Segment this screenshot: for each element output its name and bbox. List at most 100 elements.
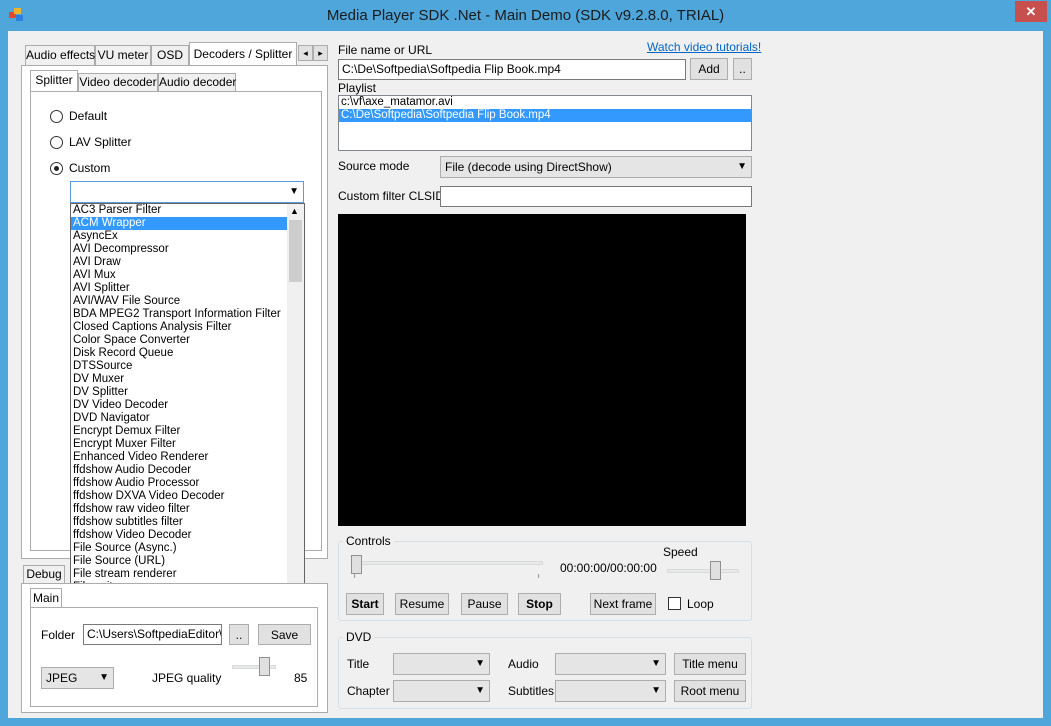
filter-list-item[interactable]: AVI Draw xyxy=(71,256,304,269)
filter-list-item[interactable]: File stream renderer xyxy=(71,568,304,581)
source-mode-value: File (decode using DirectShow) xyxy=(445,160,612,174)
dvd-audio-combo[interactable]: ▼ xyxy=(555,653,666,675)
filter-list-item[interactable]: DVD Navigator xyxy=(71,412,304,425)
title-menu-button[interactable]: Title menu xyxy=(674,653,746,675)
filter-list-item[interactable]: Encrypt Demux Filter xyxy=(71,425,304,438)
dvd-chapter-combo[interactable]: ▼ xyxy=(393,680,490,702)
dropdown-scrollbar[interactable]: ▲ ▼ xyxy=(287,204,304,595)
playlist-item[interactable]: c:\vf\axe_matamor.avi xyxy=(339,96,751,109)
filter-list-item[interactable]: DV Video Decoder xyxy=(71,399,304,412)
radio-custom[interactable] xyxy=(50,162,63,175)
speed-label: Speed xyxy=(663,545,698,559)
window-title: Media Player SDK .Net - Main Demo (SDK v… xyxy=(326,7,725,24)
custom-filter-clsid-label: Custom filter CLSID xyxy=(338,189,445,203)
filter-list-item[interactable]: DV Muxer xyxy=(71,373,304,386)
filter-list-item[interactable]: BDA MPEG2 Transport Information Filter xyxy=(71,308,304,321)
stop-button[interactable]: Stop xyxy=(518,593,561,615)
app-window: Media Player SDK .Net - Main Demo (SDK v… xyxy=(0,0,1051,726)
filter-list-item[interactable]: ffdshow DXVA Video Decoder xyxy=(71,490,304,503)
tab-vu-meter[interactable]: VU meter xyxy=(95,45,151,66)
filter-list-item[interactable]: ffdshow Video Decoder xyxy=(71,529,304,542)
folder-input[interactable]: C:\Users\SoftpediaEditor\Do xyxy=(83,624,222,645)
position-tick-end xyxy=(538,574,539,578)
filter-list-item[interactable]: ffdshow Audio Processor xyxy=(71,477,304,490)
root-menu-button[interactable]: Root menu xyxy=(674,680,746,702)
resume-button[interactable]: Resume xyxy=(395,593,449,615)
save-button[interactable]: Save xyxy=(258,624,311,645)
dvd-subtitles-combo[interactable]: ▼ xyxy=(555,680,666,702)
snapshot-format-value: JPEG xyxy=(46,671,78,685)
file-browse-button[interactable]: .. xyxy=(733,58,752,80)
chevron-down-icon: ▼ xyxy=(651,685,661,696)
title-bar: Media Player SDK .Net - Main Demo (SDK v… xyxy=(0,0,1051,31)
time-display: 00:00:00/00:00:00 xyxy=(560,561,657,575)
filter-dropdown-list[interactable]: AC3 Parser Filter ACM Wrapper AsyncEx AVI D… xyxy=(70,203,305,596)
filter-list-item[interactable]: AVI Splitter xyxy=(71,282,304,295)
add-button[interactable]: Add xyxy=(690,58,728,80)
filter-list-item[interactable]: Encrypt Muxer Filter xyxy=(71,438,304,451)
tab-audio-effects[interactable]: Audio effects xyxy=(25,45,95,66)
folder-label: Folder xyxy=(41,628,76,642)
custom-splitter-combo[interactable]: ▼ xyxy=(70,181,304,203)
tab-splitter[interactable]: Splitter xyxy=(30,70,78,92)
filter-list-item[interactable]: ffdshow raw video filter xyxy=(71,503,304,516)
position-tick-start xyxy=(354,574,355,578)
scroll-up-icon[interactable]: ▲ xyxy=(290,206,299,216)
tab-main[interactable]: Main xyxy=(30,588,62,608)
filter-list-item[interactable]: ffdshow subtitles filter xyxy=(71,516,304,529)
radio-default[interactable] xyxy=(50,110,63,123)
next-frame-button[interactable]: Next frame xyxy=(590,593,656,615)
pause-button[interactable]: Pause xyxy=(461,593,508,615)
speed-track[interactable] xyxy=(667,569,739,573)
filter-items: AC3 Parser Filter ACM Wrapper AsyncEx AVI D… xyxy=(71,204,304,594)
filter-list-item[interactable]: DV Splitter xyxy=(71,386,304,399)
loop-label: Loop xyxy=(687,597,714,611)
tabs-scroll-left-button[interactable]: ◂ xyxy=(298,45,313,61)
custom-filter-clsid-input[interactable] xyxy=(440,186,752,207)
speed-thumb[interactable] xyxy=(709,561,721,580)
radio-default-label: Default xyxy=(69,109,108,123)
source-mode-combo[interactable]: File (decode using DirectShow) ▼ xyxy=(440,156,752,178)
tabs-scroll-right-button[interactable]: ▸ xyxy=(313,45,328,61)
loop-checkbox[interactable] xyxy=(668,597,681,610)
scrollbar-thumb[interactable] xyxy=(289,220,302,282)
start-button[interactable]: Start xyxy=(346,593,384,615)
filter-list-item[interactable]: DTSSource xyxy=(71,360,304,373)
radio-lav-splitter[interactable] xyxy=(50,136,63,149)
position-thumb[interactable] xyxy=(351,555,362,574)
jpeg-quality-thumb[interactable] xyxy=(259,657,270,676)
filter-list-item[interactable]: AVI Mux xyxy=(71,269,304,282)
filter-list-item[interactable]: ACM Wrapper xyxy=(71,217,304,230)
dvd-title-combo[interactable]: ▼ xyxy=(393,653,490,675)
dvd-chapter-label: Chapter xyxy=(347,684,390,698)
playlist-box[interactable]: c:\vf\axe_matamor.avi C:\De\Softpedia\So… xyxy=(338,95,752,151)
filter-list-item[interactable]: Color Space Converter xyxy=(71,334,304,347)
filter-list-item[interactable]: AVI Decompressor xyxy=(71,243,304,256)
file-name-input[interactable]: C:\De\Softpedia\Softpedia Flip Book.mp4 xyxy=(338,59,686,80)
filter-list-item[interactable]: Closed Captions Analysis Filter xyxy=(71,321,304,334)
filter-list-item[interactable]: AC3 Parser Filter xyxy=(71,204,304,217)
position-track[interactable] xyxy=(351,561,543,565)
dvd-group-title: DVD xyxy=(343,630,375,644)
watch-tutorials-link[interactable]: Watch video tutorials! xyxy=(647,40,761,54)
chevron-down-icon: ▼ xyxy=(99,672,109,683)
tab-debug[interactable]: Debug xyxy=(23,565,65,584)
snapshot-format-combo[interactable]: JPEG ▼ xyxy=(41,667,114,689)
playlist-item-selected[interactable]: C:\De\Softpedia\Softpedia Flip Book.mp4 xyxy=(339,109,751,122)
filter-list-item[interactable]: AVI/WAV File Source xyxy=(71,295,304,308)
filter-list-item[interactable]: Disk Record Queue xyxy=(71,347,304,360)
tab-audio-decoder[interactable]: Audio decoder xyxy=(158,73,236,92)
filter-list-item[interactable]: File Source (URL) xyxy=(71,555,304,568)
filter-list-item[interactable]: Enhanced Video Renderer xyxy=(71,451,304,464)
tab-video-decoder[interactable]: Video decoder xyxy=(78,73,158,92)
filter-list-item[interactable]: ffdshow Audio Decoder xyxy=(71,464,304,477)
folder-browse-button[interactable]: .. xyxy=(229,624,249,645)
video-view[interactable] xyxy=(338,214,746,526)
tab-decoders-splitter[interactable]: Decoders / Splitter xyxy=(189,42,297,66)
jpeg-quality-label: JPEG quality xyxy=(152,671,222,685)
tab-osd[interactable]: OSD xyxy=(151,45,189,66)
filter-list-item[interactable]: AsyncEx xyxy=(71,230,304,243)
source-mode-label: Source mode xyxy=(338,159,410,173)
filter-list-item[interactable]: File Source (Async.) xyxy=(71,542,304,555)
close-button[interactable]: ✕ xyxy=(1015,1,1047,22)
